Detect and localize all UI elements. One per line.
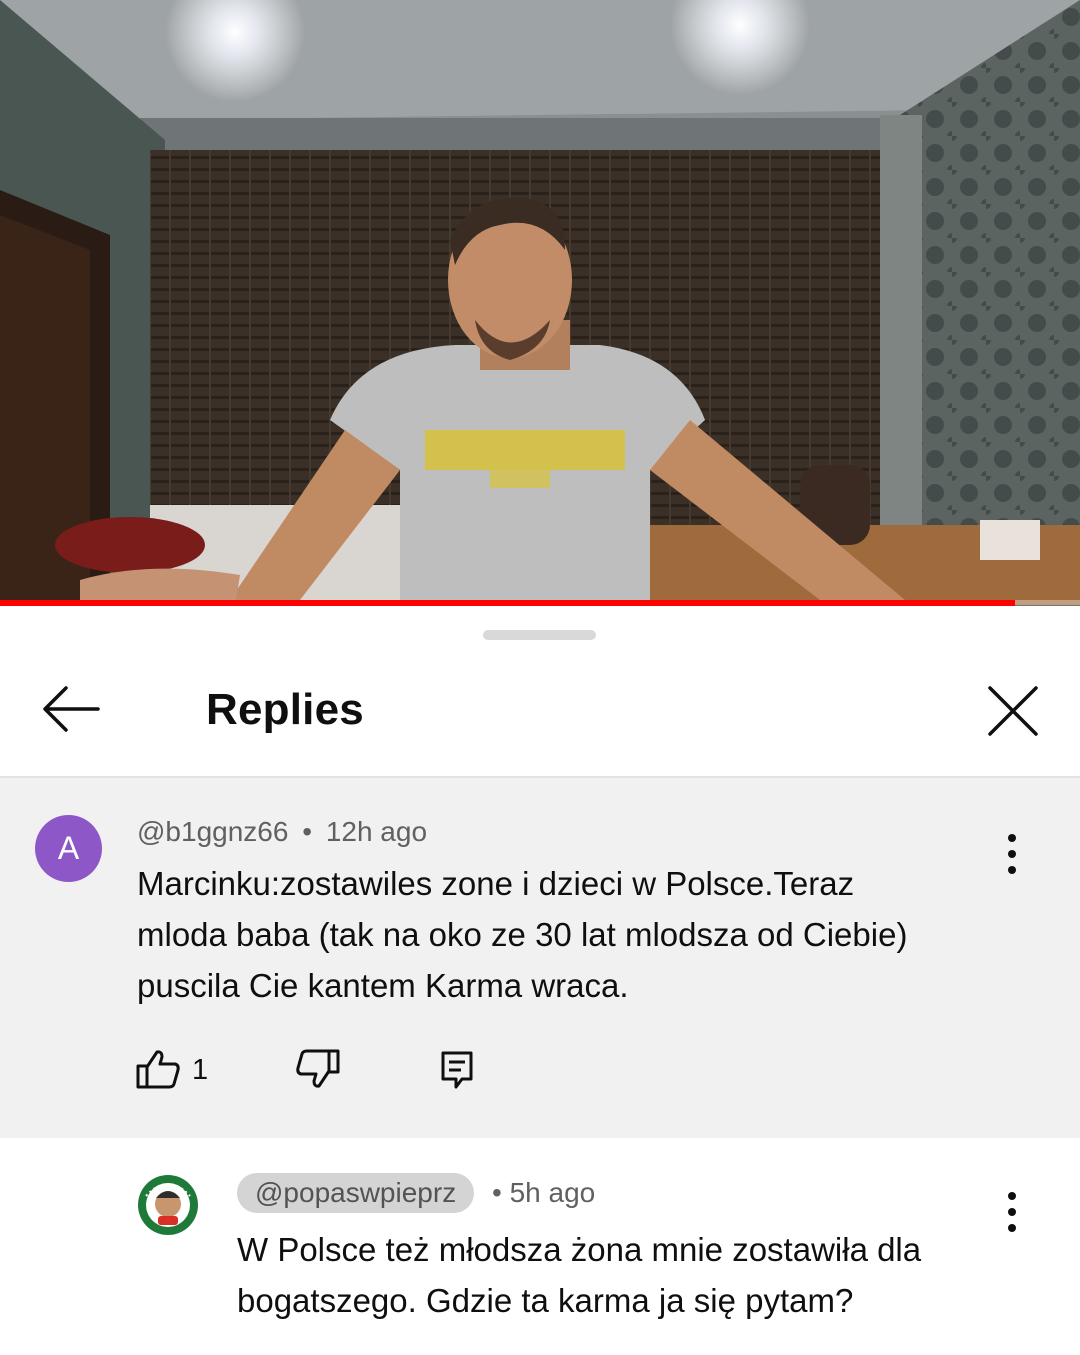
- arrow-left-icon: [43, 686, 100, 732]
- avatar[interactable]: A: [35, 815, 102, 882]
- reply-text: W Polsce też młodsza żona mnie zostawiła…: [237, 1231, 922, 1319]
- reply-meta: • 5h ago: [492, 1175, 595, 1211]
- replies-sheet: Replies A @b1ggnz66 • 12h ago Marcinku:z…: [0, 606, 1080, 1355]
- sheet-drag-handle[interactable]: [483, 630, 596, 640]
- reply-time: 5h ago: [509, 1177, 596, 1208]
- more-vert-icon: [1008, 1192, 1016, 1232]
- close-button[interactable]: [980, 678, 1046, 744]
- author-handle-badge[interactable]: @popaswpieprz: [237, 1173, 475, 1213]
- video-player[interactable]: [0, 0, 1080, 606]
- more-vert-icon: [1008, 834, 1016, 874]
- comment-meta: @b1ggnz66 • 12h ago: [137, 814, 427, 850]
- thumb-up-icon: [136, 1050, 180, 1089]
- back-button[interactable]: [36, 678, 104, 740]
- meta-separator: •: [302, 816, 313, 847]
- parent-comment: A @b1ggnz66 • 12h ago Marcinku:zostawile…: [0, 778, 1080, 1138]
- comment-more-button[interactable]: [994, 828, 1030, 880]
- comment-time: 12h ago: [325, 816, 428, 847]
- thumb-down-icon: [296, 1049, 340, 1088]
- video-frame: [0, 0, 1080, 606]
- meta-separator: •: [492, 1177, 502, 1208]
- channel-logo-icon: [138, 1175, 198, 1235]
- reply-comment: @popaswpieprz • 5h ago W Polsce też młod…: [0, 1138, 1080, 1355]
- like-count: 1: [192, 1054, 209, 1086]
- like-button[interactable]: [135, 1048, 181, 1095]
- reply-more-button[interactable]: [994, 1186, 1030, 1238]
- reply-icon: [441, 1051, 473, 1089]
- sheet-title: Replies: [206, 685, 364, 734]
- dislike-button[interactable]: [295, 1048, 341, 1095]
- close-icon: [988, 686, 1038, 736]
- avatar[interactable]: [137, 1174, 199, 1236]
- reply-button[interactable]: [438, 1049, 478, 1096]
- comment-text: Marcinku:zostawiles zone i dzieci w Pols…: [137, 865, 908, 1004]
- comment-author[interactable]: @b1ggnz66: [137, 816, 288, 847]
